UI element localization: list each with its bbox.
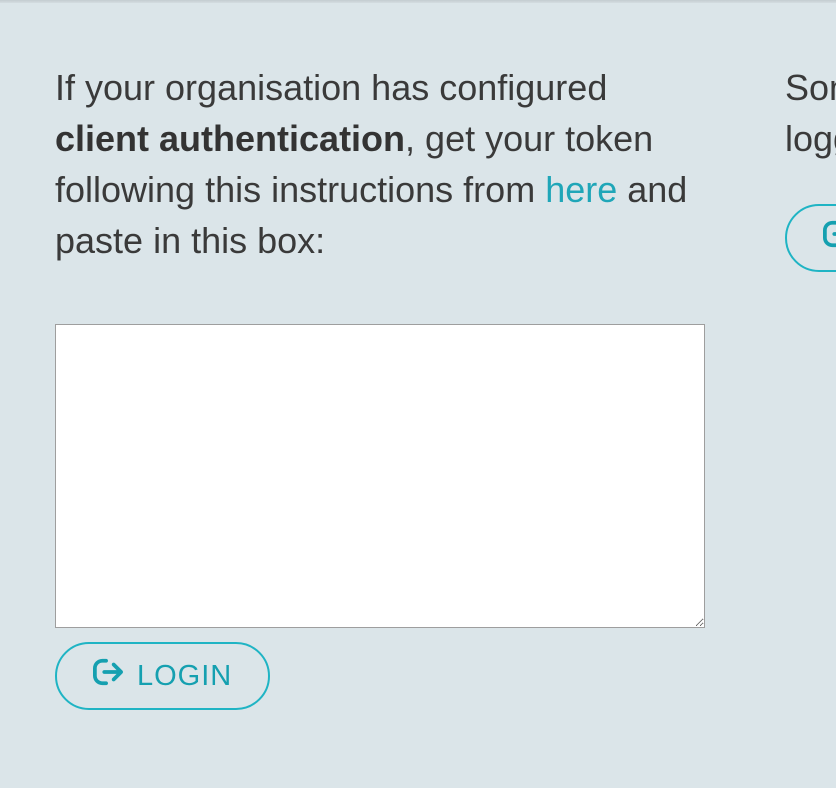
sign-in-icon — [93, 657, 123, 695]
instructions-link[interactable]: here — [545, 169, 617, 210]
sign-out-icon — [823, 219, 836, 257]
right-text: Something logging — [785, 62, 836, 164]
instructions-strong: client authentication — [55, 118, 405, 159]
instructions-text: If your organisation has configured clie… — [55, 62, 705, 266]
login-button-label: LOGIN — [137, 660, 232, 693]
content-row: If your organisation has configured clie… — [0, 0, 836, 710]
left-column: If your organisation has configured clie… — [55, 62, 705, 710]
instructions-prefix: If your organisation has configured — [55, 67, 607, 108]
right-login-button[interactable]: LO — [785, 204, 836, 272]
right-text-line2: logging — [785, 118, 836, 159]
token-input[interactable] — [55, 324, 705, 628]
login-button[interactable]: LOGIN — [55, 642, 270, 710]
top-border — [0, 0, 836, 3]
right-text-line1: Something — [785, 67, 836, 108]
right-column: Something logging LO — [785, 62, 836, 272]
